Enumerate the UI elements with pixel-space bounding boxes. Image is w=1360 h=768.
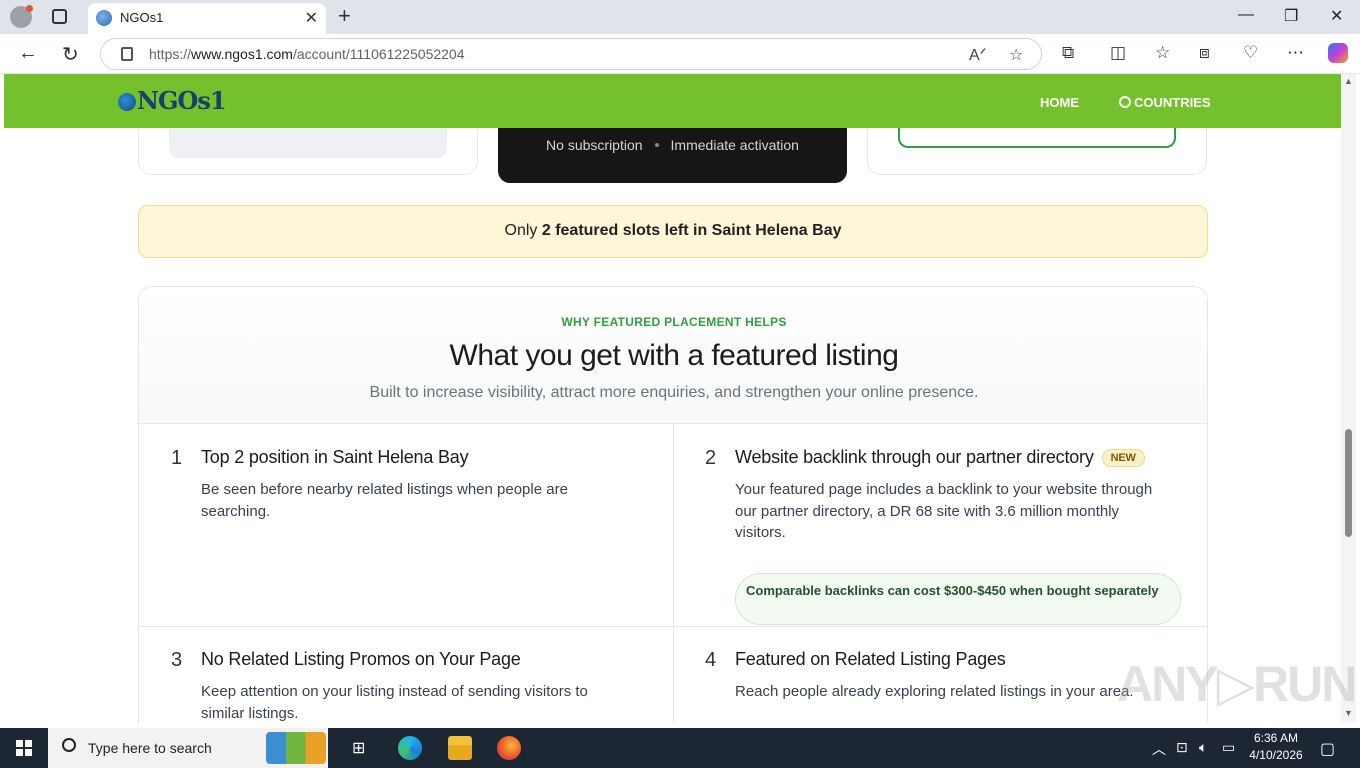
close-tab-icon[interactable]: ✕ — [305, 8, 318, 28]
banner-prefix: Only — [504, 222, 538, 239]
globe-icon — [1119, 96, 1131, 108]
backlink-cost-callout: Comparable backlinks can cost $300-$450 … — [735, 573, 1181, 625]
feature-number: 1 — [171, 447, 183, 469]
favorites-icon[interactable]: ☆ — [1155, 43, 1170, 63]
extensions-puzzle-icon[interactable]: ⧉ — [1062, 43, 1074, 63]
feature-title-row: Website backlink through our partner dir… — [735, 447, 1145, 468]
pricing-card-left-button[interactable] — [169, 124, 447, 158]
browser-toolbar: ← ↻ https://www.ngos1.com/account/111061… — [0, 34, 1360, 74]
new-badge: NEW — [1101, 449, 1145, 467]
firefox-icon[interactable] — [497, 736, 521, 760]
window-close-icon[interactable]: ✕ — [1330, 6, 1343, 26]
clock-date[interactable]: 4/10/2026 — [1244, 748, 1308, 762]
more-menu-icon[interactable]: ⋯ — [1287, 43, 1304, 63]
windows-taskbar: Type here to search ⊞ ︿ ⊡ 🔈︎ ▭ 6:36 AM 4… — [0, 728, 1360, 768]
meta-immediate-activation: Immediate activation — [670, 137, 799, 153]
search-highlight-image — [266, 732, 326, 764]
tab-title: NGOs1 — [120, 10, 164, 25]
nav-countries-link[interactable]: COUNTRIES — [1119, 95, 1211, 110]
feature-description: Be seen before nearby related listings w… — [201, 481, 568, 520]
banner-highlight: 2 featured slots left in Saint Helena Ba… — [541, 222, 842, 239]
tray-chevron-up-icon[interactable]: ︿ — [1152, 739, 1166, 759]
feature-title: Website backlink through our partner dir… — [735, 447, 1094, 467]
featured-benefits-section: WHY FEATURED PLACEMENT HELPS What you ge… — [138, 286, 1208, 723]
clock-time[interactable]: 6:36 AM — [1246, 731, 1306, 745]
grid-divider-horizontal — [139, 626, 1207, 627]
refresh-icon[interactable]: ↻ — [62, 42, 79, 67]
site-logo[interactable]: NGOs1 — [118, 86, 227, 115]
feature-description: Reach people already exploring related l… — [735, 683, 1134, 700]
slots-left-banner: Only 2 featured slots left in Saint Hele… — [138, 205, 1208, 258]
restore-icon[interactable]: ❐ — [1284, 6, 1298, 26]
separator-dot — [654, 143, 659, 147]
split-screen-icon[interactable]: ◫ — [1110, 43, 1126, 63]
feature-title: No Related Listing Promos on Your Page — [201, 649, 521, 669]
anyrun-watermark-logo: ANY▷RUN — [1117, 656, 1357, 712]
read-aloud-icon[interactable]: Aᐟ — [969, 45, 986, 65]
search-icon — [62, 738, 76, 752]
tab-actions-icon[interactable] — [52, 9, 67, 24]
windows-start-icon[interactable] — [16, 740, 32, 756]
scroll-up-arrow-icon[interactable]: ▲ — [1344, 76, 1353, 86]
lock-icon[interactable] — [121, 47, 133, 61]
back-arrow-icon[interactable]: ← — [18, 42, 38, 65]
file-explorer-icon[interactable] — [448, 736, 472, 760]
browser-essentials-icon[interactable]: ♡ — [1243, 43, 1258, 63]
meta-no-subscription: No subscription — [546, 137, 643, 153]
feature-number: 3 — [171, 649, 183, 671]
task-view-icon[interactable]: ⊞ — [352, 738, 365, 758]
notifications-icon[interactable]: ▢ — [1320, 739, 1335, 759]
minimize-icon[interactable]: — — [1238, 6, 1254, 24]
tray-network-device-icon[interactable]: ⊡ — [1176, 739, 1188, 756]
section-eyebrow: WHY FEATURED PLACEMENT HELPS — [561, 315, 787, 329]
globe-logo-icon — [118, 93, 136, 111]
copilot-icon[interactable] — [1328, 43, 1348, 63]
feature-number: 4 — [705, 649, 717, 671]
feature-description: Your featured page includes a backlink t… — [735, 481, 1153, 541]
pricing-meta: No subscription Immediate activation — [498, 137, 847, 153]
profile-avatar-icon[interactable] — [10, 5, 33, 28]
scrollbar-thumb[interactable] — [1345, 429, 1352, 537]
browser-tab[interactable]: NGOs1 ✕ — [88, 3, 326, 34]
feature-description: Keep attention on your listing instead o… — [201, 683, 588, 722]
url-text[interactable]: https://www.ngos1.com/account/1110612250… — [149, 46, 465, 62]
feature-number: 2 — [705, 447, 717, 469]
grid-divider-vertical — [673, 424, 674, 723]
site-header: NGOs1 HOME COUNTRIES — [4, 74, 1341, 128]
collections-icon[interactable]: ⧈ — [1199, 43, 1210, 63]
globe-favicon-icon — [96, 10, 112, 26]
favorite-star-icon[interactable]: ☆ — [1009, 45, 1023, 65]
feature-title: Top 2 position in Saint Helena Bay — [201, 447, 469, 467]
volume-icon[interactable]: 🔈︎ — [1199, 739, 1207, 756]
address-bar[interactable]: https://www.ngos1.com/account/1110612250… — [100, 38, 1042, 70]
feature-title: Featured on Related Listing Pages — [735, 649, 1006, 669]
network-icon[interactable]: ▭ — [1222, 739, 1235, 756]
edge-browser-icon[interactable] — [398, 736, 422, 760]
browser-titlebar: NGOs1 ✕ + — ❐ ✕ — [0, 0, 1360, 34]
taskbar-search[interactable]: Type here to search — [48, 728, 328, 768]
taskbar-search-placeholder: Type here to search — [88, 740, 212, 756]
section-header: WHY FEATURED PLACEMENT HELPS What you ge… — [139, 287, 1207, 424]
page-viewport: NGOs1 HOME COUNTRIES No subscription Imme… — [4, 74, 1341, 723]
section-subtitle: Built to increase visibility, attract mo… — [369, 384, 979, 401]
page-scrollbar[interactable]: ▲ ▼ — [1341, 74, 1356, 723]
new-tab-plus-icon[interactable]: + — [338, 3, 351, 29]
nav-home-link[interactable]: HOME — [1040, 95, 1079, 110]
section-title: What you get with a featured listing — [449, 339, 899, 372]
